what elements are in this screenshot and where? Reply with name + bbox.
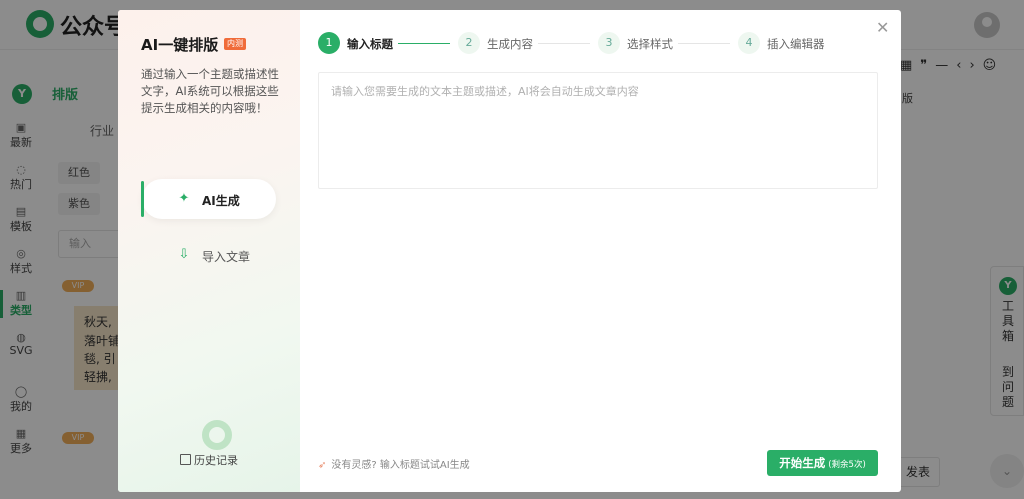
step-label: 生成内容 (487, 37, 533, 51)
gear-decoration-icon (202, 420, 232, 450)
step-connector (678, 43, 730, 44)
beta-badge: 内测 (224, 38, 246, 50)
prompt-field[interactable] (318, 72, 878, 189)
step-label: 选择样式 (627, 37, 673, 51)
modal-title: AI一键排版 (141, 36, 219, 54)
history-link[interactable]: 历史记录 (180, 452, 238, 468)
import-icon: ⇩ (178, 247, 190, 262)
history-icon (180, 454, 191, 465)
step-number: 4 (738, 32, 760, 54)
start-generate-button[interactable]: 开始生成 (剩余5次) (767, 450, 878, 476)
close-icon[interactable]: ✕ (876, 18, 889, 37)
mode-ai-generate[interactable]: ✦ AI生成 (141, 179, 276, 219)
mode-label: 导入文章 (202, 250, 251, 264)
magic-wand-icon: ✦ (178, 191, 190, 206)
step-connector (398, 43, 450, 44)
inspiration-hint: ➶ 没有灵感? 输入标题试试AI生成 (318, 460, 470, 471)
step-number: 2 (458, 32, 480, 54)
mode-import-article[interactable]: ⇩ 导入文章 (142, 235, 276, 275)
step-label: 插入编辑器 (767, 37, 825, 51)
mode-label: AI生成 (202, 194, 240, 208)
prompt-input[interactable] (331, 83, 865, 178)
step-label: 输入标题 (347, 37, 393, 51)
ai-layout-modal: AI一键排版 内测 通过输入一个主题或描述性文字，AI系统可以根据这些提示生成相… (118, 10, 901, 492)
step-connector (538, 43, 590, 44)
modal-description: 通过输入一个主题或描述性文字，AI系统可以根据这些提示生成相关的内容哦！ (141, 67, 279, 115)
step-number: 3 (598, 32, 620, 54)
step-number: 1 (318, 32, 340, 54)
modal-sidebar: AI一键排版 内测 通过输入一个主题或描述性文字，AI系统可以根据这些提示生成相… (118, 10, 300, 492)
rocket-icon: ➶ (318, 460, 327, 471)
stepper: 1 输入标题 2 生成内容 3 选择样式 4 插入编辑器 (318, 32, 878, 56)
